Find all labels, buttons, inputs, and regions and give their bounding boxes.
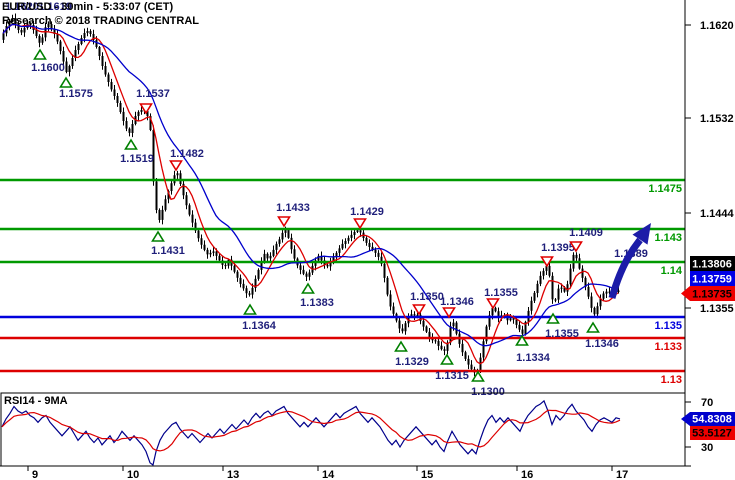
- pivot-up-triangle-icon: [59, 76, 73, 88]
- x-axis-tick-label: 17: [616, 469, 628, 480]
- pivot-label: 1.1482: [170, 148, 204, 160]
- level-label: 1.143: [654, 232, 682, 244]
- pivot-label: 1.1315: [435, 370, 469, 382]
- level-label: 1.1475: [648, 183, 682, 195]
- x-axis-tick-label: 13: [227, 469, 239, 480]
- rsi-panel-label: RSI14 - 9MA: [4, 395, 68, 407]
- pivot-up-triangle-icon: [394, 340, 408, 352]
- level-label: 1.135: [654, 320, 682, 332]
- rsi-axis-tick-label: 30: [701, 442, 713, 454]
- price-badge-1-value: 1.13759: [692, 274, 732, 286]
- level-label: 1.14: [661, 265, 683, 277]
- pivot-label: 1.1429: [350, 206, 384, 218]
- pivot-down-triangle-icon: [486, 298, 500, 310]
- pivot-down-triangle-icon: [169, 160, 183, 172]
- rsi-axis-tick-label: 70: [701, 397, 713, 409]
- pivot-up-triangle-icon: [151, 230, 165, 242]
- x-axis-tick-label: 15: [421, 469, 433, 480]
- price-badge-2-value: 1.13735: [692, 289, 732, 301]
- pivot-label: 1.1433: [276, 202, 310, 214]
- y-axis-tick-label: 1.1620: [700, 20, 734, 32]
- pivot-label: 1.1431: [151, 245, 185, 257]
- y-axis-tick-label: 1.1444: [700, 208, 735, 220]
- rsi-line: [1, 399, 621, 467]
- pivot-up-triangle-icon: [243, 303, 257, 315]
- pivot-down-triangle-icon: [277, 216, 291, 228]
- y-axis-tick-label: 1.1532: [700, 113, 734, 125]
- pivot-label: 1.1346: [585, 338, 619, 350]
- x-axis-tick-label: 14: [322, 469, 335, 480]
- rsi-panel-border: [0, 392, 686, 467]
- pivot-label: 1.1334: [516, 352, 551, 364]
- level-label: 1.133: [654, 341, 682, 353]
- pivot-label: 1.1300: [471, 386, 505, 398]
- pivot-label: 1.1383: [300, 297, 334, 309]
- pivot-up-triangle-icon: [124, 138, 138, 150]
- x-axis-tick-label: 10: [127, 469, 139, 480]
- candle-bodies: [2, 18, 620, 373]
- pivot-up-triangle-icon: [301, 282, 315, 294]
- trading-central-chart: 1.1475 1.143 1.14 1.135 1.133 1.13 1.1620 1.161…: [0, 0, 735, 480]
- rsi-badge-0-value: 54.8308: [692, 414, 732, 426]
- pivot-label: 1.1575: [59, 88, 93, 100]
- pivot-up-triangle-icon: [546, 312, 560, 324]
- pivot-label: 1.1409: [569, 227, 603, 239]
- x-axis-tick-label: 16: [521, 469, 533, 480]
- pivot-label: 1.1355: [484, 287, 518, 299]
- ma-fast-red-line: [2, 23, 619, 365]
- chart-title: EUR/USD - 30min - 5:33:07 (CET): [2, 1, 174, 13]
- pivot-label: 1.1364: [242, 320, 277, 332]
- rsi-badge-1-value: 53.5127: [692, 428, 732, 440]
- chart-canvas: 1.14751.1431.141.1351.1331.131.1620 1.161…: [0, 0, 735, 480]
- pivot-down-triangle-icon: [353, 218, 367, 230]
- chart-copyright: Research © 2018 TRADING CENTRAL: [2, 15, 199, 27]
- pivot-label: 1.1355: [545, 328, 579, 340]
- pivot-label: 1.1350: [410, 291, 444, 303]
- pivot-label: 1.1519: [120, 153, 154, 165]
- pivot-label: 1.1329: [395, 356, 429, 368]
- pivot-label: 1.1537: [136, 88, 170, 100]
- pivot-up-triangle-icon: [33, 48, 47, 60]
- pivot-label: 1.1346: [440, 296, 474, 308]
- y-axis-tick-label: 1.1355: [700, 303, 734, 315]
- price-badge-0-value: 1.13806: [692, 259, 732, 271]
- x-axis-tick-label: 9: [32, 469, 38, 480]
- pivot-label: 1.1395: [541, 242, 575, 254]
- pivot-up-triangle-icon: [440, 353, 454, 365]
- pivot-up-triangle-icon: [586, 321, 600, 333]
- pivot-down-triangle-icon: [412, 304, 426, 316]
- pivot-down-triangle-icon: [442, 307, 456, 319]
- pivot-label: 1.1600: [31, 62, 65, 74]
- level-label: 1.13: [661, 374, 682, 386]
